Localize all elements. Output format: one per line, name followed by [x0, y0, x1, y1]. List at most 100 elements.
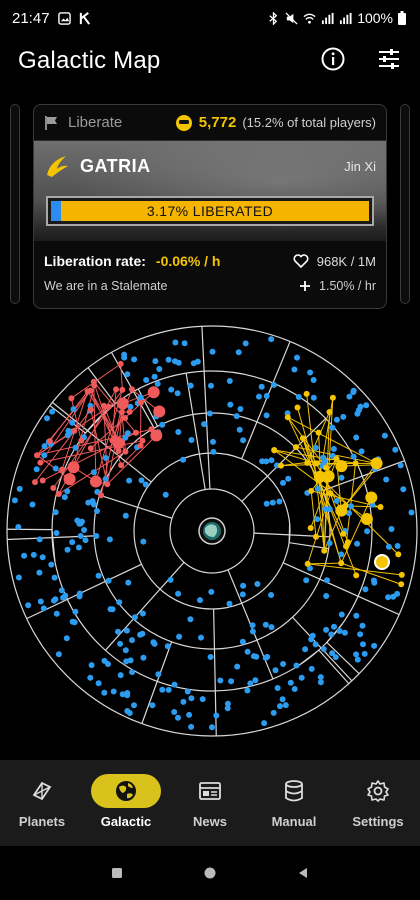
enemy-planet-dot[interactable] — [398, 581, 405, 588]
enemy-planet-dot[interactable] — [377, 504, 384, 510]
enemy-planet-dot[interactable] — [37, 459, 44, 466]
planet-dot[interactable] — [262, 654, 269, 661]
planet-dot[interactable] — [358, 448, 365, 455]
planet-dot[interactable] — [36, 536, 43, 543]
planet-dot[interactable] — [388, 526, 395, 532]
planet-dot[interactable] — [250, 653, 257, 660]
planet-dot[interactable] — [270, 381, 277, 388]
planet-dot[interactable] — [353, 651, 360, 658]
enemy-planet-dot[interactable] — [118, 462, 125, 469]
planet-dot[interactable] — [117, 640, 124, 647]
planet-dot[interactable] — [53, 610, 60, 617]
planet-dot[interactable] — [154, 380, 161, 387]
planet-dot[interactable] — [151, 373, 158, 380]
planet-dot[interactable] — [320, 454, 327, 461]
planet-dot[interactable] — [280, 661, 287, 667]
planet-dot[interactable] — [188, 695, 195, 702]
planet-dot[interactable] — [371, 642, 378, 649]
enemy-planet-dot[interactable] — [304, 459, 311, 466]
planet-dot[interactable] — [371, 579, 378, 586]
planet-dot[interactable] — [64, 488, 71, 495]
enemy-planet-dot[interactable] — [87, 445, 94, 452]
planet-dot[interactable] — [77, 533, 84, 539]
planet-dot[interactable] — [244, 687, 251, 694]
planet-dot[interactable] — [129, 669, 136, 676]
enemy-planet-dot[interactable] — [133, 429, 139, 436]
enemy-planet-dot[interactable] — [104, 481, 111, 488]
planet-dot[interactable] — [143, 377, 150, 383]
planet-dot[interactable] — [175, 714, 181, 721]
planet-dot[interactable] — [101, 657, 108, 664]
planet-dot[interactable] — [72, 608, 79, 615]
planet-dot[interactable] — [107, 606, 114, 613]
planet-dot[interactable] — [291, 686, 298, 692]
planet-dot[interactable] — [131, 702, 137, 709]
planet-dot[interactable] — [171, 681, 178, 688]
planet-dot[interactable] — [240, 437, 247, 444]
nav-settings[interactable]: Settings — [338, 774, 418, 829]
planet-dot[interactable] — [359, 622, 366, 629]
planet-dot[interactable] — [331, 623, 337, 630]
planet-dot[interactable] — [385, 594, 392, 601]
enemy-planet-dot[interactable] — [326, 409, 333, 415]
planet-dot[interactable] — [263, 393, 270, 399]
planet-dot[interactable] — [385, 543, 392, 550]
planet-dot[interactable] — [29, 501, 36, 508]
planet-dot[interactable] — [106, 536, 113, 543]
enemy-planet-dot[interactable] — [67, 461, 80, 474]
enemy-planet-dot[interactable] — [122, 415, 129, 421]
enemy-planet-dot[interactable] — [105, 403, 112, 410]
planet-dot[interactable] — [93, 533, 100, 539]
planet-dot[interactable] — [227, 401, 234, 408]
planet-dot[interactable] — [165, 686, 172, 693]
enemy-planet-dot[interactable] — [109, 437, 116, 444]
planet-dot[interactable] — [21, 552, 28, 559]
planet-dot[interactable] — [156, 366, 163, 372]
planet-dot[interactable] — [323, 593, 330, 599]
planet-dot[interactable] — [52, 465, 59, 472]
planet-dot[interactable] — [244, 648, 251, 655]
planet-dot[interactable] — [309, 632, 316, 639]
planet-dot[interactable] — [188, 437, 195, 443]
planet-dot[interactable] — [180, 456, 186, 463]
planet-dot[interactable] — [52, 596, 59, 603]
planet-dot[interactable] — [287, 679, 294, 686]
recents-icon[interactable] — [110, 866, 124, 880]
enemy-planet-dot[interactable] — [98, 492, 105, 499]
planet-dot[interactable] — [76, 520, 83, 527]
enemy-planet-dot[interactable] — [46, 438, 53, 445]
planet-dot[interactable] — [277, 703, 283, 710]
galactic-map[interactable] — [0, 318, 420, 738]
planet-dot[interactable] — [123, 627, 130, 634]
planet-dot[interactable] — [346, 393, 353, 400]
planet-dot[interactable] — [15, 524, 22, 530]
planet-dot[interactable] — [361, 650, 368, 657]
selected-planet-marker[interactable] — [374, 554, 390, 570]
enemy-planet-dot[interactable] — [147, 386, 160, 399]
planet-dot[interactable] — [328, 631, 335, 638]
planet-dot[interactable] — [155, 671, 162, 678]
enemy-planet-dot[interactable] — [360, 513, 373, 525]
enemy-planet-dot[interactable] — [315, 429, 322, 436]
enemy-planet-dot[interactable] — [116, 397, 129, 410]
planet-dot[interactable] — [69, 618, 76, 625]
planet-dot[interactable] — [252, 677, 259, 684]
enemy-planet-dot[interactable] — [128, 386, 135, 393]
planet-dot[interactable] — [400, 486, 407, 493]
planet-dot[interactable] — [308, 665, 315, 672]
planet-dot[interactable] — [90, 469, 97, 476]
enemy-planet-dot[interactable] — [32, 479, 38, 486]
enemy-planet-dot[interactable] — [365, 491, 378, 504]
planet-dot[interactable] — [122, 512, 129, 519]
planet-dot[interactable] — [340, 413, 347, 420]
planet-dot[interactable] — [64, 546, 71, 553]
planet-dot[interactable] — [85, 499, 92, 506]
planet-dot[interactable] — [206, 410, 213, 417]
planet-dot[interactable] — [72, 444, 79, 451]
planet-dot[interactable] — [408, 509, 415, 516]
planet-dot[interactable] — [30, 551, 37, 558]
planet-dot[interactable] — [122, 647, 129, 654]
enemy-planet-dot[interactable] — [117, 360, 124, 367]
enemy-planet-dot[interactable] — [50, 485, 57, 491]
planet-dot[interactable] — [269, 499, 276, 506]
